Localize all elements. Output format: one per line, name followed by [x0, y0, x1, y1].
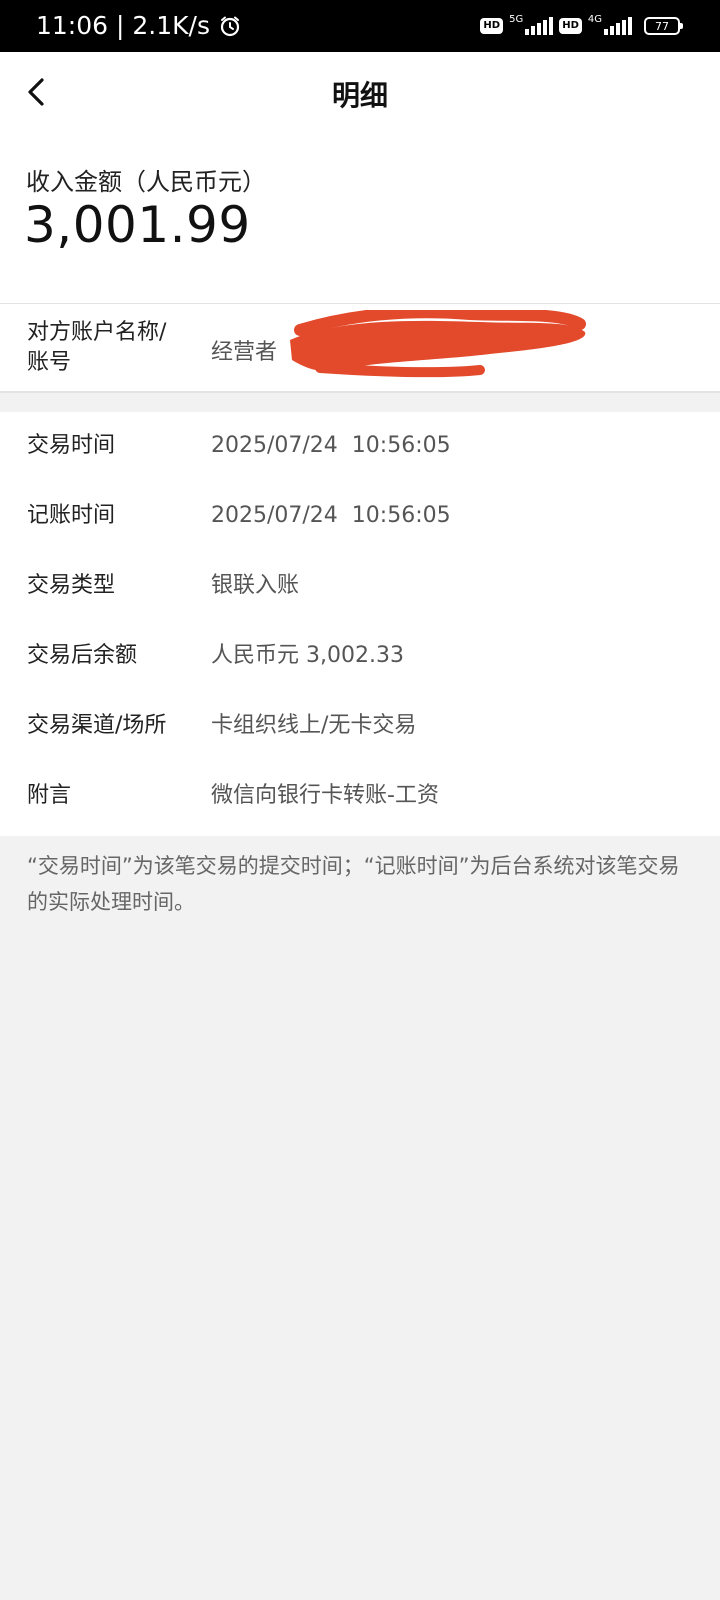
- hd-badge-1: HD: [480, 18, 504, 34]
- battery-level: 77: [655, 19, 669, 33]
- detail-value: 卡组织线上/无卡交易: [211, 713, 417, 738]
- account-label: 对方账户名称/账号: [27, 320, 167, 375]
- detail-row-remark: 附言 微信向银行卡转账-工资: [0, 776, 720, 816]
- detail-value: 2025/07/24 10:56:05: [211, 433, 451, 458]
- detail-value: 2025/07/24 10:56:05: [211, 503, 451, 528]
- page-title: 明细: [331, 79, 388, 112]
- detail-value: 微信向银行卡转账-工资: [211, 783, 439, 808]
- detail-label: 记账时间: [27, 503, 116, 528]
- network-type-5g: 5G: [509, 13, 524, 25]
- status-bar: 11:06 | 2.1K/s HD 5G HD 4G 77: [0, 0, 720, 52]
- header: 明细: [0, 52, 720, 132]
- alarm-clock-icon: [220, 16, 240, 37]
- redaction-scribble: [290, 310, 586, 378]
- status-right: HD 5G HD 4G 77: [480, 13, 683, 38]
- status-time-speed: 11:06 | 2.1K/s: [36, 11, 210, 40]
- amount-section: 收入金额（人民币元） 3,001.99: [0, 132, 720, 303]
- amount-label: 收入金额（人民币元）: [26, 168, 266, 196]
- account-value: 经营者: [211, 340, 278, 365]
- detail-row-channel: 交易渠道/场所 卡组织线上/无卡交易: [0, 706, 720, 746]
- detail-row-posting-time: 记账时间 2025/07/24 10:56:05: [0, 496, 720, 536]
- detail-label: 交易后余额: [27, 643, 138, 668]
- detail-label: 交易类型: [27, 573, 116, 598]
- signal-strength-icon: [525, 17, 554, 35]
- signal-strength-icon-2: [604, 17, 632, 35]
- detail-label: 交易时间: [27, 433, 116, 458]
- detail-value: 人民币元 3,002.33: [211, 643, 404, 668]
- battery-icon: 77: [644, 17, 683, 35]
- amount-value: 3,001.99: [24, 196, 251, 254]
- details-section: 交易时间 2025/07/24 10:56:05 记账时间 2025/07/24…: [0, 412, 720, 836]
- footnote: “交易时间”为该笔交易的提交时间；“记账时间”为后台系统对该笔交易的实际处理时间…: [27, 854, 680, 914]
- detail-row-transaction-type: 交易类型 银联入账: [0, 566, 720, 606]
- account-section: 对方账户名称/账号 经营者: [0, 303, 720, 393]
- hd-badge-2: HD: [559, 18, 582, 34]
- detail-row-transaction-time: 交易时间 2025/07/24 10:56:05: [0, 426, 720, 466]
- detail-label: 交易渠道/场所: [27, 713, 167, 738]
- network-type-4g: 4G: [587, 13, 602, 25]
- status-left: 11:06 | 2.1K/s: [36, 12, 242, 40]
- detail-value: 银联入账: [211, 573, 300, 598]
- detail-row-balance: 交易后余额 人民币元 3,002.33: [0, 636, 720, 676]
- detail-label: 附言: [27, 783, 72, 808]
